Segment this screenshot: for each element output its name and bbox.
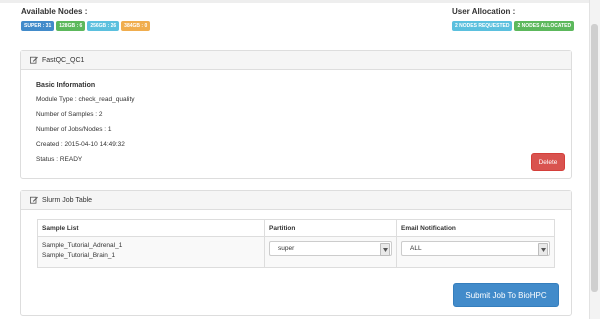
delete-button[interactable]: Delete (531, 153, 565, 171)
email-select-value: ALL (410, 245, 422, 252)
module-panel: FastQC_QC1 Basic Information Module Type… (20, 50, 572, 179)
sample-list-cell: Sample_Tutorial_Adrenal_1 Sample_Tutoria… (37, 236, 265, 268)
module-panel-header: FastQC_QC1 (21, 51, 571, 70)
badge-super: SUPER : 31 (21, 21, 55, 31)
email-cell: ALL (396, 236, 555, 268)
badge-nodes-allocated: 2 NODES ALLOCATED (514, 21, 575, 31)
status-text: Status : READY (36, 156, 83, 163)
column-email-notification: Email Notification (396, 219, 555, 237)
available-nodes-badges: SUPER : 31 128GB : 6 256GB : 26 384GB : … (21, 21, 151, 31)
chevron-down-icon[interactable] (538, 243, 548, 256)
badge-256gb: 256GB : 26 (87, 21, 120, 31)
email-notification-select[interactable]: ALL (401, 241, 550, 256)
partition-select-value: super (278, 245, 295, 252)
chevron-down-icon[interactable] (380, 243, 390, 256)
badge-384gb: 384GB : 0 (121, 21, 151, 31)
column-partition: Partition (264, 219, 397, 237)
user-allocation-title: User Allocation : (452, 7, 516, 16)
number-of-jobs-nodes: Number of Jobs/Nodes : 1 (36, 126, 112, 133)
badge-128gb: 128GB : 6 (56, 21, 86, 31)
basic-info-heading: Basic Information (36, 82, 96, 89)
available-nodes-title: Available Nodes : (21, 7, 88, 16)
slurm-job-table: Sample List Partition Email Notification… (37, 219, 555, 268)
partition-select[interactable]: super (269, 241, 392, 256)
badge-nodes-requested: 2 NODES REQUESTED (452, 21, 513, 31)
column-sample-list: Sample List (37, 219, 265, 237)
edit-icon (30, 196, 38, 204)
scrollbar-thumb[interactable] (591, 24, 598, 292)
edit-icon (30, 56, 38, 64)
page-scrollbar[interactable] (589, 0, 600, 319)
module-type: Module Type : check_read_quality (36, 96, 135, 103)
job-panel-header: Slurm Job Table (21, 191, 571, 210)
job-panel-title: Slurm Job Table (42, 196, 93, 204)
top-border (0, 0, 600, 3)
table-header-row: Sample List Partition Email Notification (37, 219, 555, 237)
job-panel: Slurm Job Table Sample List Partition Em… (20, 190, 572, 316)
user-allocation-badges: 2 NODES REQUESTED 2 NODES ALLOCATED (452, 21, 575, 31)
partition-cell: super (264, 236, 397, 268)
table-row: Sample_Tutorial_Adrenal_1 Sample_Tutoria… (37, 236, 555, 268)
sample-item: Sample_Tutorial_Adrenal_1 (42, 242, 123, 249)
submit-job-button[interactable]: Submit Job To BioHPC (453, 283, 559, 307)
sample-item: Sample_Tutorial_Brain_1 (42, 252, 116, 259)
created-timestamp: Created : 2015-04-10 14:49:32 (36, 141, 125, 148)
number-of-samples: Number of Samples : 2 (36, 111, 103, 118)
module-panel-title: FastQC_QC1 (42, 56, 85, 64)
